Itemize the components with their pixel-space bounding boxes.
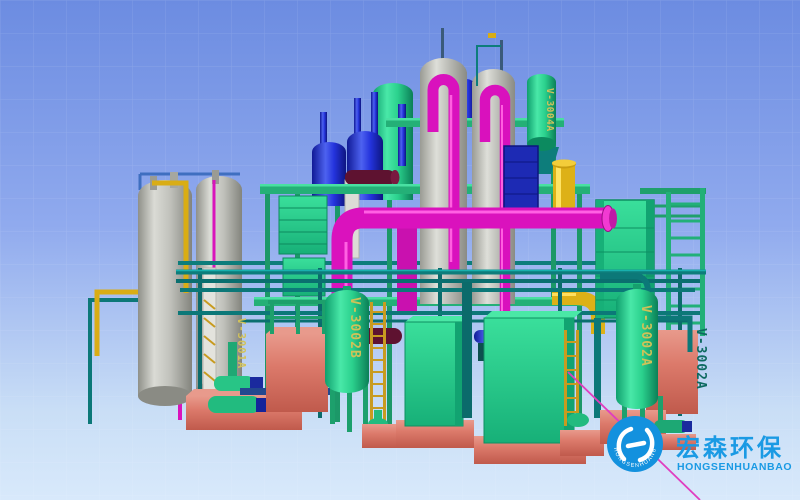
equipment-label-v3001a: V-3001A [235,318,247,369]
blue-control-cabinet [504,146,538,210]
equipment-label-v3004a: V-3004A [544,88,555,132]
pump [208,396,260,413]
equipment-label-v3002b: V-3002B [347,297,362,359]
brand-name-en: HONGSENHUANBAO [677,461,792,473]
maroon-horizontal-vessel [345,170,400,185]
brand-name-cn: 宏森环保 [676,434,784,462]
equipment-label-v3002a: V-3002A [638,305,653,367]
teal-riser [462,282,472,418]
cad-3d-viewport: V-3001A V-3002B V-3002A V-3002A V-3004A … [0,0,800,500]
equipment-tag-v3002a: V-3002A [693,328,708,390]
column-body [420,72,467,304]
